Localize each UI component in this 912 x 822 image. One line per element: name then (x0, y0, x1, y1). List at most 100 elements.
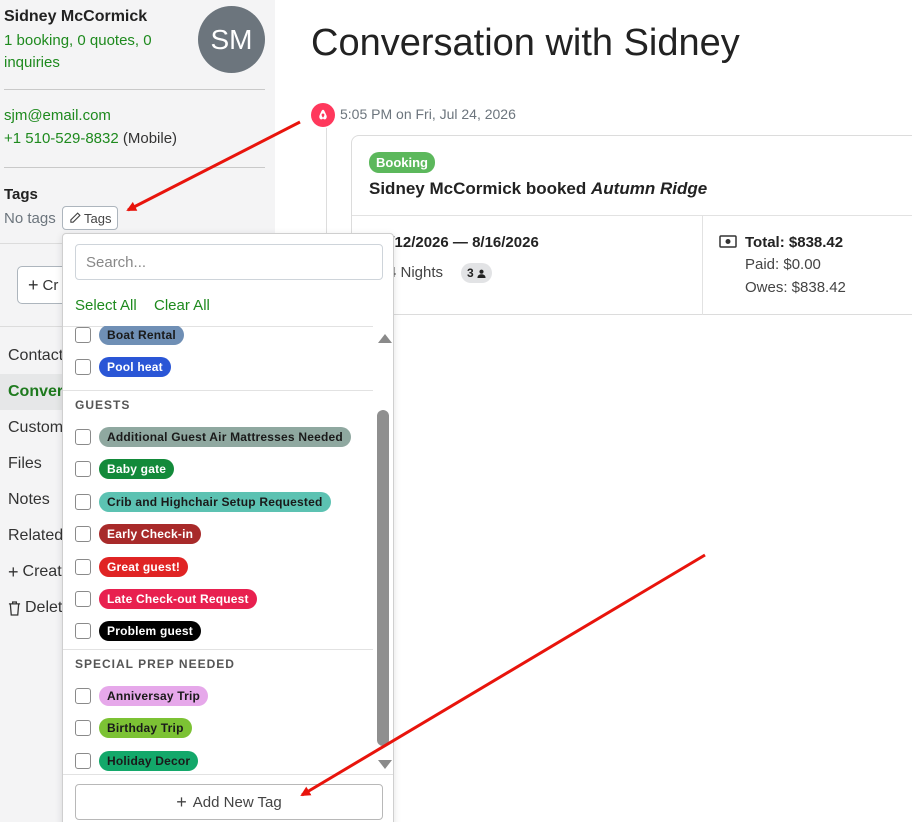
scroll-up-arrow-icon[interactable] (378, 334, 392, 343)
divider (4, 89, 265, 90)
pencil-icon (70, 212, 81, 223)
divider (352, 215, 912, 216)
tag-checkbox[interactable] (75, 591, 91, 607)
edit-tags-button[interactable]: Tags (62, 206, 119, 230)
tags-heading: Tags (4, 186, 38, 203)
guests-badge: 3 (461, 263, 492, 283)
divider (63, 774, 393, 775)
contact-name: Sidney McCormick (4, 8, 148, 25)
tag-option[interactable]: Birthday Trip (63, 715, 373, 741)
tag-checkbox[interactable] (75, 327, 91, 343)
tag-option[interactable]: Pool heat (63, 354, 373, 380)
tag-pill: Birthday Trip (99, 718, 192, 739)
tag-option[interactable]: Problem guest (63, 618, 373, 644)
booking-title: Sidney McCormick booked Autumn Ridge (369, 179, 707, 199)
booking-owes: Owes: $838.42 (745, 279, 846, 296)
tag-group-header: SPECIAL PREP NEEDED (75, 657, 235, 671)
tag-pill: Additional Guest Air Mattresses Needed (99, 427, 351, 447)
booking-card[interactable]: Booking Sidney McCormick booked Autumn R… (351, 135, 912, 315)
tag-option[interactable]: Anniversay Trip (63, 683, 373, 709)
booking-nights: 4 Nights (388, 264, 444, 281)
tag-pill: Boat Rental (99, 326, 184, 345)
tag-pill: Great guest! (99, 556, 189, 577)
divider (63, 649, 373, 650)
create-button-label: Cr (42, 276, 59, 294)
tag-option[interactable]: Additional Guest Air Mattresses Needed (63, 424, 373, 450)
nav-label: Creat (22, 563, 62, 580)
divider (63, 390, 373, 391)
edit-tags-label: Tags (84, 210, 112, 226)
booking-badge: Booking (369, 152, 435, 173)
nav-item-related[interactable]: Related (0, 518, 70, 554)
nav-item-notes[interactable]: Notes (0, 482, 70, 518)
tag-option[interactable]: Late Check-out Request (63, 586, 373, 612)
tag-checkbox[interactable] (75, 493, 91, 510)
nav-item-create[interactable]: + Creat (0, 554, 70, 590)
tag-search-input[interactable] (75, 244, 383, 280)
page-title: Conversation with Sidney (311, 22, 740, 64)
tag-pill: Crib and Highchair Setup Requested (99, 491, 331, 512)
tags-dropdown: Select All Clear All Boat Rental Pool hea… (62, 233, 394, 822)
plus-icon: + (8, 561, 19, 582)
tag-checkbox[interactable] (75, 429, 91, 445)
nav-item-delete[interactable]: Delet (0, 590, 70, 626)
contact-summary[interactable]: 1 booking, 0 quotes, 0 inquiries (4, 30, 189, 74)
tag-pill: Late Check-out Request (99, 589, 257, 609)
tag-checkbox[interactable] (75, 526, 91, 543)
booking-title-text: Sidney McCormick booked (369, 179, 587, 198)
scroll-down-arrow-icon[interactable] (378, 760, 392, 769)
scroll-thumb[interactable] (377, 410, 389, 746)
scrollbar[interactable] (373, 326, 393, 774)
nav-label: Contact (8, 347, 64, 364)
tag-option[interactable]: Baby gate (63, 456, 373, 482)
person-icon (477, 269, 486, 278)
divider (702, 215, 703, 315)
avatar: SM (198, 6, 265, 73)
tag-checkbox[interactable] (75, 688, 91, 704)
nav-item-conversation[interactable]: Conver (0, 374, 70, 410)
tag-checkbox[interactable] (75, 752, 91, 769)
add-new-tag-button[interactable]: + Add New Tag (75, 784, 383, 820)
message-timestamp: 5:05 PM on Fri, Jul 24, 2026 (340, 106, 516, 122)
nav-label: Notes (8, 491, 50, 508)
contact-phone-line: +1 510-529-8832 (Mobile) (4, 130, 177, 147)
clear-all-link[interactable]: Clear All (154, 297, 210, 314)
nav-item-files[interactable]: Files (0, 446, 70, 482)
tag-option[interactable]: Early Check-in (63, 521, 373, 547)
booking-paid: Paid: $0.00 (745, 256, 821, 273)
booking-total: Total: $838.42 (745, 234, 844, 251)
divider (4, 167, 265, 168)
tag-option[interactable]: Crib and Highchair Setup Requested (63, 489, 373, 515)
tag-checkbox[interactable] (75, 558, 91, 575)
nav-label: Related (8, 527, 64, 544)
tag-pill: Early Check-in (99, 524, 202, 545)
nav-label: Files (8, 455, 42, 472)
nav-label: Conver (8, 383, 64, 400)
tag-pill: Baby gate (99, 459, 175, 480)
tag-option[interactable]: Holiday Decor (63, 748, 373, 774)
tag-checkbox[interactable] (75, 461, 91, 478)
tag-checkbox[interactable] (75, 359, 91, 376)
contact-card: Sidney McCormick 1 booking, 0 quotes, 0 … (0, 0, 275, 244)
nav-label: Delet (25, 599, 63, 616)
contact-phone-link[interactable]: +1 510-529-8832 (4, 130, 119, 147)
tag-option[interactable]: Great guest! (63, 554, 373, 580)
booking-dates: 8/12/2026 — 8/16/2026 (382, 234, 539, 251)
tag-pill: Holiday Decor (99, 750, 199, 771)
tag-checkbox[interactable] (75, 623, 91, 640)
money-icon (719, 235, 737, 248)
plus-icon: + (28, 274, 39, 295)
contact-email-link[interactable]: sjm@email.com (4, 107, 111, 124)
plus-icon: + (176, 791, 187, 812)
airbnb-icon (311, 103, 335, 127)
nav-item-contact[interactable]: Contact (0, 338, 70, 374)
tag-list: Boat Rental Pool heat GUESTS Additional Gue… (63, 326, 373, 774)
nav-label: Custom (8, 419, 64, 436)
tag-pill: Problem guest (99, 621, 201, 642)
no-tags-text: No tags (4, 210, 56, 227)
tag-option[interactable]: Boat Rental (63, 326, 373, 348)
add-new-tag-label: Add New Tag (192, 793, 282, 811)
nav-item-custom[interactable]: Custom (0, 410, 70, 446)
tag-checkbox[interactable] (75, 720, 91, 737)
select-all-link[interactable]: Select All (75, 297, 137, 314)
